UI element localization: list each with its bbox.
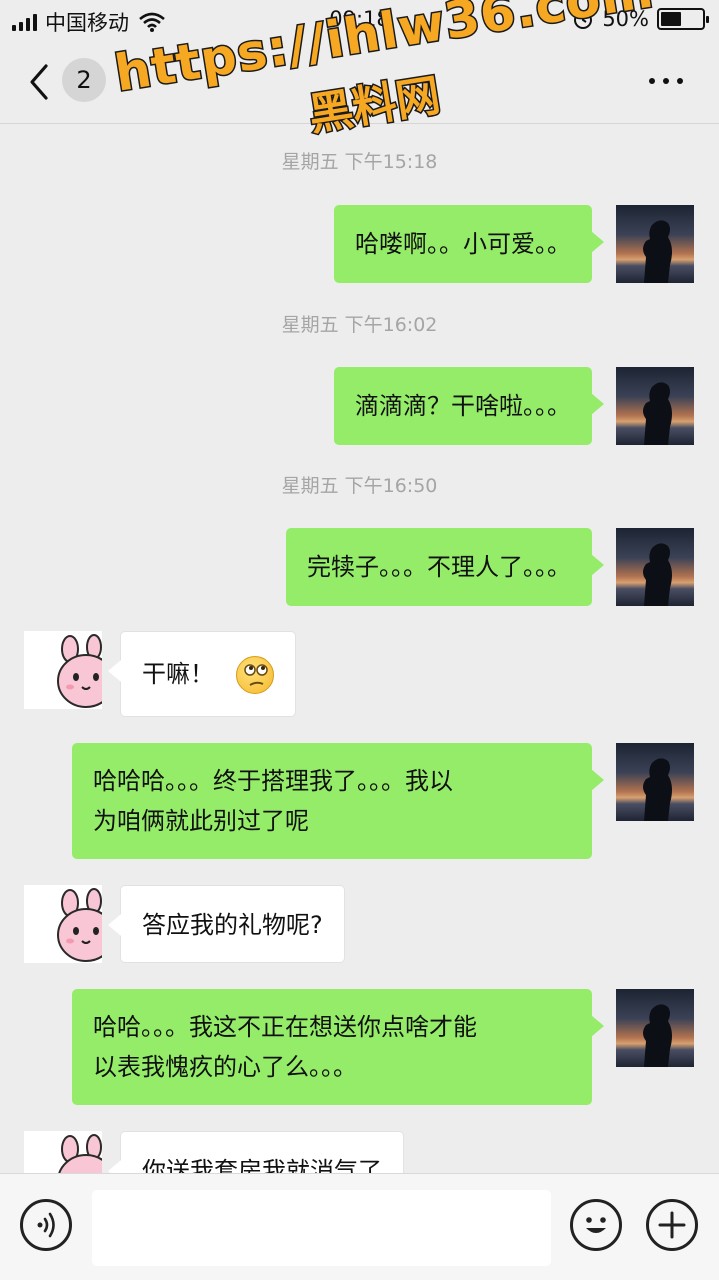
- message-bubble-friend[interactable]: 答应我的礼物呢?: [108, 885, 345, 963]
- chevron-left-icon[interactable]: [26, 62, 56, 102]
- message-bubble-me[interactable]: 哈哈。。。我这不正在想送你点啥才能 以表我愧疚的心了么。。。: [72, 989, 604, 1105]
- battery-icon: [657, 8, 709, 30]
- message-text: 你送我套房我就消气了: [142, 1157, 382, 1173]
- my-avatar[interactable]: [616, 743, 694, 821]
- message-text: 哈喽啊。。小可爱。。: [355, 230, 571, 258]
- message-bubble-friend[interactable]: 干嘛！: [108, 631, 296, 717]
- message-bubble-me[interactable]: 哈哈哈。。。终于搭理我了。。。我以 为咱俩就此别过了呢: [72, 743, 604, 859]
- message-text-line: 以表我愧疚的心了么。。。: [93, 1053, 357, 1081]
- thinking-face-icon: [235, 656, 274, 694]
- message-bubble-me[interactable]: 滴滴滴？干啥啦。。。: [334, 367, 604, 445]
- my-avatar[interactable]: [616, 989, 694, 1067]
- message-bubble-friend[interactable]: 你送我套房我就消气了: [108, 1131, 404, 1173]
- friend-avatar[interactable]: [24, 885, 102, 963]
- plus-icon[interactable]: [646, 1199, 698, 1251]
- emoji-icon[interactable]: [570, 1199, 622, 1251]
- message-text: 完犊子。。。不理人了。。。: [307, 553, 571, 581]
- my-avatar[interactable]: [616, 367, 694, 445]
- my-avatar[interactable]: [616, 205, 694, 283]
- voice-icon[interactable]: [20, 1199, 72, 1251]
- battery-level: [661, 12, 681, 26]
- message-text: 答应我的礼物呢?: [142, 911, 323, 939]
- message-text-line: 为咱俩就此别过了呢: [93, 807, 309, 835]
- unread-count-badge[interactable]: 2: [62, 58, 106, 102]
- message-text: 滴滴滴？干啥啦。。。: [355, 392, 571, 420]
- message-text-line: 哈哈。。。我这不正在想送你点啥才能: [93, 1013, 477, 1041]
- timestamp: 星期五 下午16:02: [281, 314, 438, 336]
- timestamp: 星期五 下午15:18: [281, 151, 438, 173]
- message-text: 干嘛！: [142, 660, 214, 688]
- message-bubble-me[interactable]: 哈喽啊。。小可爱。。: [334, 205, 604, 283]
- more-dots-icon[interactable]: [649, 78, 683, 84]
- chat-input-bar: [0, 1173, 719, 1280]
- my-avatar[interactable]: [616, 528, 694, 606]
- message-text-line: 哈哈哈。。。终于搭理我了。。。我以: [93, 767, 453, 795]
- message-input[interactable]: [92, 1190, 551, 1266]
- timestamp: 星期五 下午16:50: [281, 475, 438, 497]
- friend-avatar[interactable]: [24, 1131, 102, 1173]
- message-bubble-me[interactable]: 完犊子。。。不理人了。。。: [286, 528, 604, 606]
- chat-message-list[interactable]: 星期五 下午15:18 哈喽啊。。小可爱。。 星期五 下午16:02 滴滴滴？干…: [0, 125, 719, 1173]
- friend-avatar[interactable]: [24, 631, 102, 709]
